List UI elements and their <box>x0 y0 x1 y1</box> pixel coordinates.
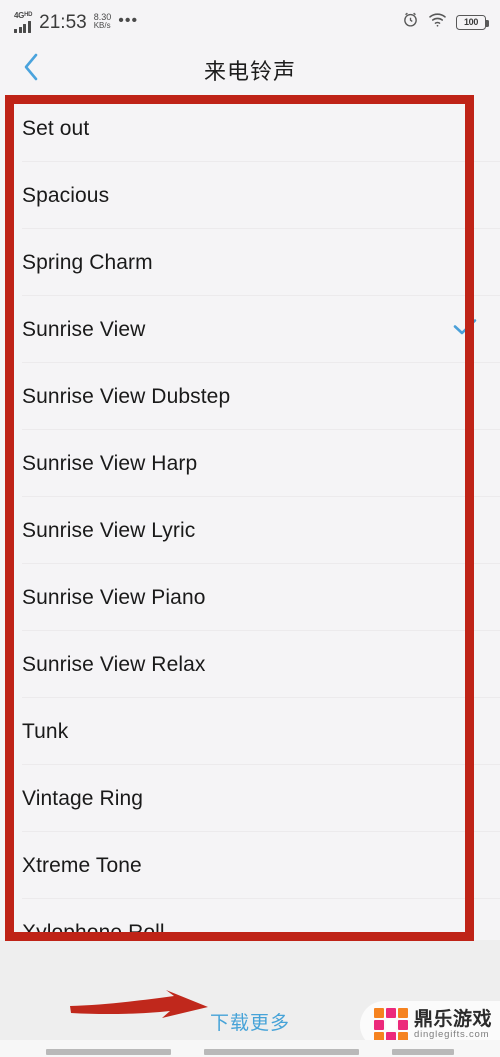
nav-home-button[interactable] <box>204 1049 359 1055</box>
ringtone-label: Tunk <box>22 719 69 743</box>
ringtone-label: Sunrise View Piano <box>22 585 206 609</box>
network-speed-unit: KB/s <box>93 21 111 31</box>
list-item[interactable]: Xtreme Tone <box>0 832 500 899</box>
nav-recents-button[interactable] <box>392 1049 454 1055</box>
ringtone-list[interactable]: Set out Spacious Spring Charm Sunrise Vi… <box>0 95 500 940</box>
network-badge-label: HD <box>24 11 33 18</box>
network-type-label: 4G <box>14 10 25 20</box>
list-item[interactable]: Sunrise View Relax <box>0 631 500 698</box>
list-item[interactable]: Sunrise View Lyric <box>0 497 500 564</box>
battery-level-label: 100 <box>463 17 479 27</box>
wifi-icon <box>428 12 447 32</box>
list-item[interactable]: Spacious <box>0 162 500 229</box>
watermark-text: 鼎乐游戏 dinglegifts.com <box>414 1010 492 1040</box>
ringtone-label: Spacious <box>22 183 110 207</box>
ringtone-label: Sunrise View <box>22 317 146 341</box>
ringtone-label: Xylophone Roll <box>22 920 165 941</box>
watermark-brand: 鼎乐游戏 <box>413 1009 492 1031</box>
ringtone-label: Spring Charm <box>22 250 153 274</box>
list-item[interactable]: Sunrise View Dubstep <box>0 363 500 430</box>
nav-back-button[interactable] <box>46 1049 171 1055</box>
status-bar-left: 4GHD 21:53 8.30 KB/s ••• <box>14 10 139 33</box>
status-overflow-icon: ••• <box>118 11 139 29</box>
check-icon <box>452 317 478 342</box>
ringtone-label: Sunrise View Lyric <box>22 518 196 542</box>
list-item[interactable]: Xylophone Roll <box>0 899 500 940</box>
list-item[interactable]: Set out <box>0 95 500 162</box>
ringtone-label: Sunrise View Dubstep <box>22 384 231 408</box>
ringtone-label: Sunrise View Relax <box>22 652 206 676</box>
watermark-url: dinglegifts.com <box>413 1028 490 1040</box>
list-item[interactable]: Vintage Ring <box>0 765 500 832</box>
signal-icon: 4GHD <box>14 10 33 33</box>
alarm-clock-icon <box>402 11 419 33</box>
list-item[interactable]: Sunrise View Harp <box>0 430 500 497</box>
status-time: 21:53 <box>39 11 87 33</box>
network-speed: 8.30 KB/s <box>93 12 112 33</box>
phone-screen: 4GHD 21:53 8.30 KB/s ••• 100 来电铃声 Set ou… <box>0 0 500 1057</box>
list-item[interactable]: Tunk <box>0 698 500 765</box>
list-item-selected[interactable]: Sunrise View <box>0 296 500 363</box>
battery-icon: 100 <box>456 14 489 30</box>
signal-bars-icon <box>14 20 31 33</box>
ringtone-label: Sunrise View Harp <box>22 451 198 475</box>
title-bar: 来电铃声 <box>0 44 500 95</box>
ringtone-label: Vintage Ring <box>22 786 144 810</box>
ringtone-label: Xtreme Tone <box>22 853 142 877</box>
watermark-logo-icon <box>373 1008 408 1042</box>
ringtone-label: Set out <box>22 116 90 140</box>
page-title: 来电铃声 <box>203 58 296 84</box>
status-bar: 4GHD 21:53 8.30 KB/s ••• 100 <box>0 0 500 44</box>
status-bar-right: 100 <box>402 11 489 33</box>
list-item[interactable]: Sunrise View Piano <box>0 564 500 631</box>
system-navigation-bar <box>0 1040 500 1057</box>
list-item[interactable]: Spring Charm <box>0 229 500 296</box>
